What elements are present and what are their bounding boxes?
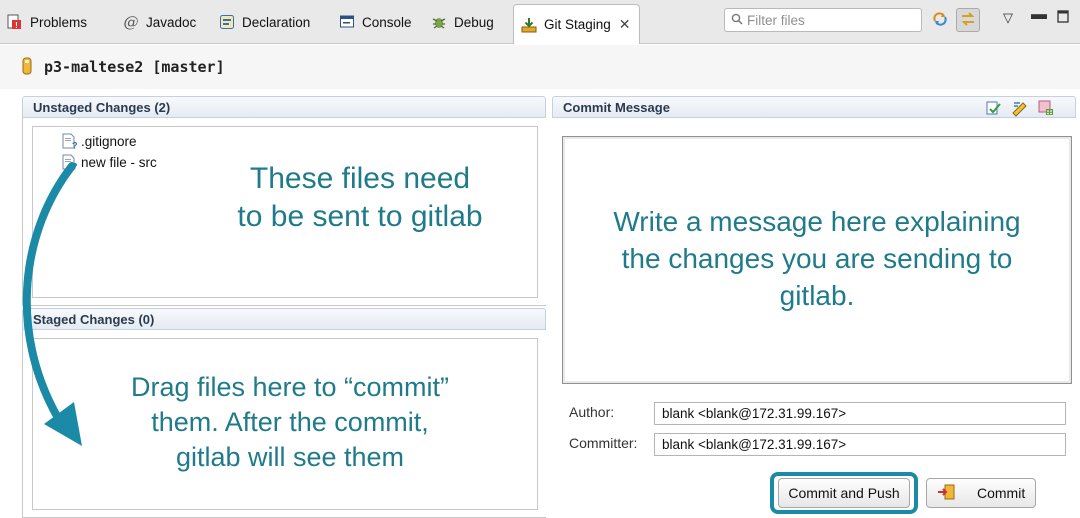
drag-arrow	[22, 162, 82, 446]
